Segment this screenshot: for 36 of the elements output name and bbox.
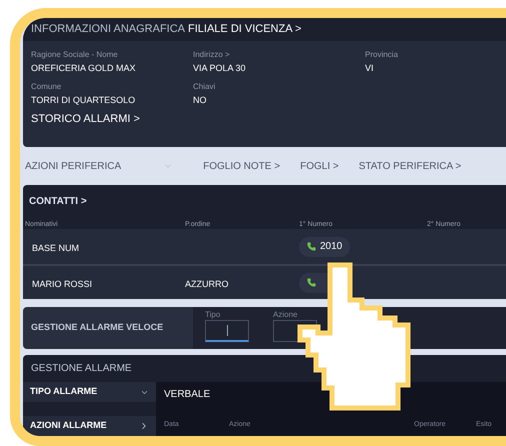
nav-link[interactable]: FOGLI > xyxy=(300,158,339,174)
text-cursor xyxy=(226,325,228,336)
actions-dropdown[interactable]: AZIONI PERIFERICA xyxy=(25,158,174,174)
phone-icon xyxy=(307,278,316,287)
field-label: Ragione Sociale - Nome xyxy=(31,50,119,60)
field-label: Chiavi xyxy=(193,82,216,92)
phone-icon xyxy=(307,242,316,251)
field-value: OREFICERIA GOLD MAX xyxy=(31,63,137,74)
section-title: CONTATTI > xyxy=(29,195,87,209)
field-label: Provincia xyxy=(365,50,399,60)
hand-cursor-icon xyxy=(295,260,413,412)
field-value: TORRI DI QUARTESOLO xyxy=(31,95,136,106)
nav-link[interactable]: FOGLIO NOTE > xyxy=(203,158,280,174)
section-title: GESTIONE ALLARME xyxy=(31,362,132,376)
section-title: GESTIONE ALLARME VELOCE xyxy=(31,321,164,334)
alarm-type-dropdown[interactable]: TIPO ALLARME xyxy=(23,382,156,402)
log-title: VERBALE xyxy=(164,388,210,402)
branch-link[interactable]: FILIALE DI VICENZA > xyxy=(188,21,302,38)
field-label: Indirizzo > xyxy=(193,50,231,60)
contact-name: BASE NUM xyxy=(32,242,80,252)
nav-link[interactable]: STATO PERIFERICA > xyxy=(358,158,462,174)
history-link[interactable]: STORICO ALLARMI > xyxy=(31,111,140,128)
contact-row[interactable]: BASE NUM 2010 xyxy=(23,229,506,264)
field-label: Tipo xyxy=(205,310,222,320)
field-value: VIA POLA 30 xyxy=(193,63,247,74)
contact-row[interactable]: MARIO ROSSI AZZURRO xyxy=(23,264,506,299)
section-title: INFORMAZIONI ANAGRAFICA xyxy=(31,22,186,38)
field-label: Azione xyxy=(273,310,298,320)
phone-number-chip[interactable]: 2010 xyxy=(299,236,350,256)
field-value: VI xyxy=(365,63,375,74)
field-value: NO xyxy=(193,95,208,106)
contact-order: AZZURRO xyxy=(185,278,228,288)
input-field[interactable] xyxy=(205,320,249,342)
field-label: Comune xyxy=(31,82,62,92)
alarm-actions-item[interactable]: AZIONI ALLARME xyxy=(23,416,156,436)
contact-name: MARIO ROSSI xyxy=(32,278,92,288)
